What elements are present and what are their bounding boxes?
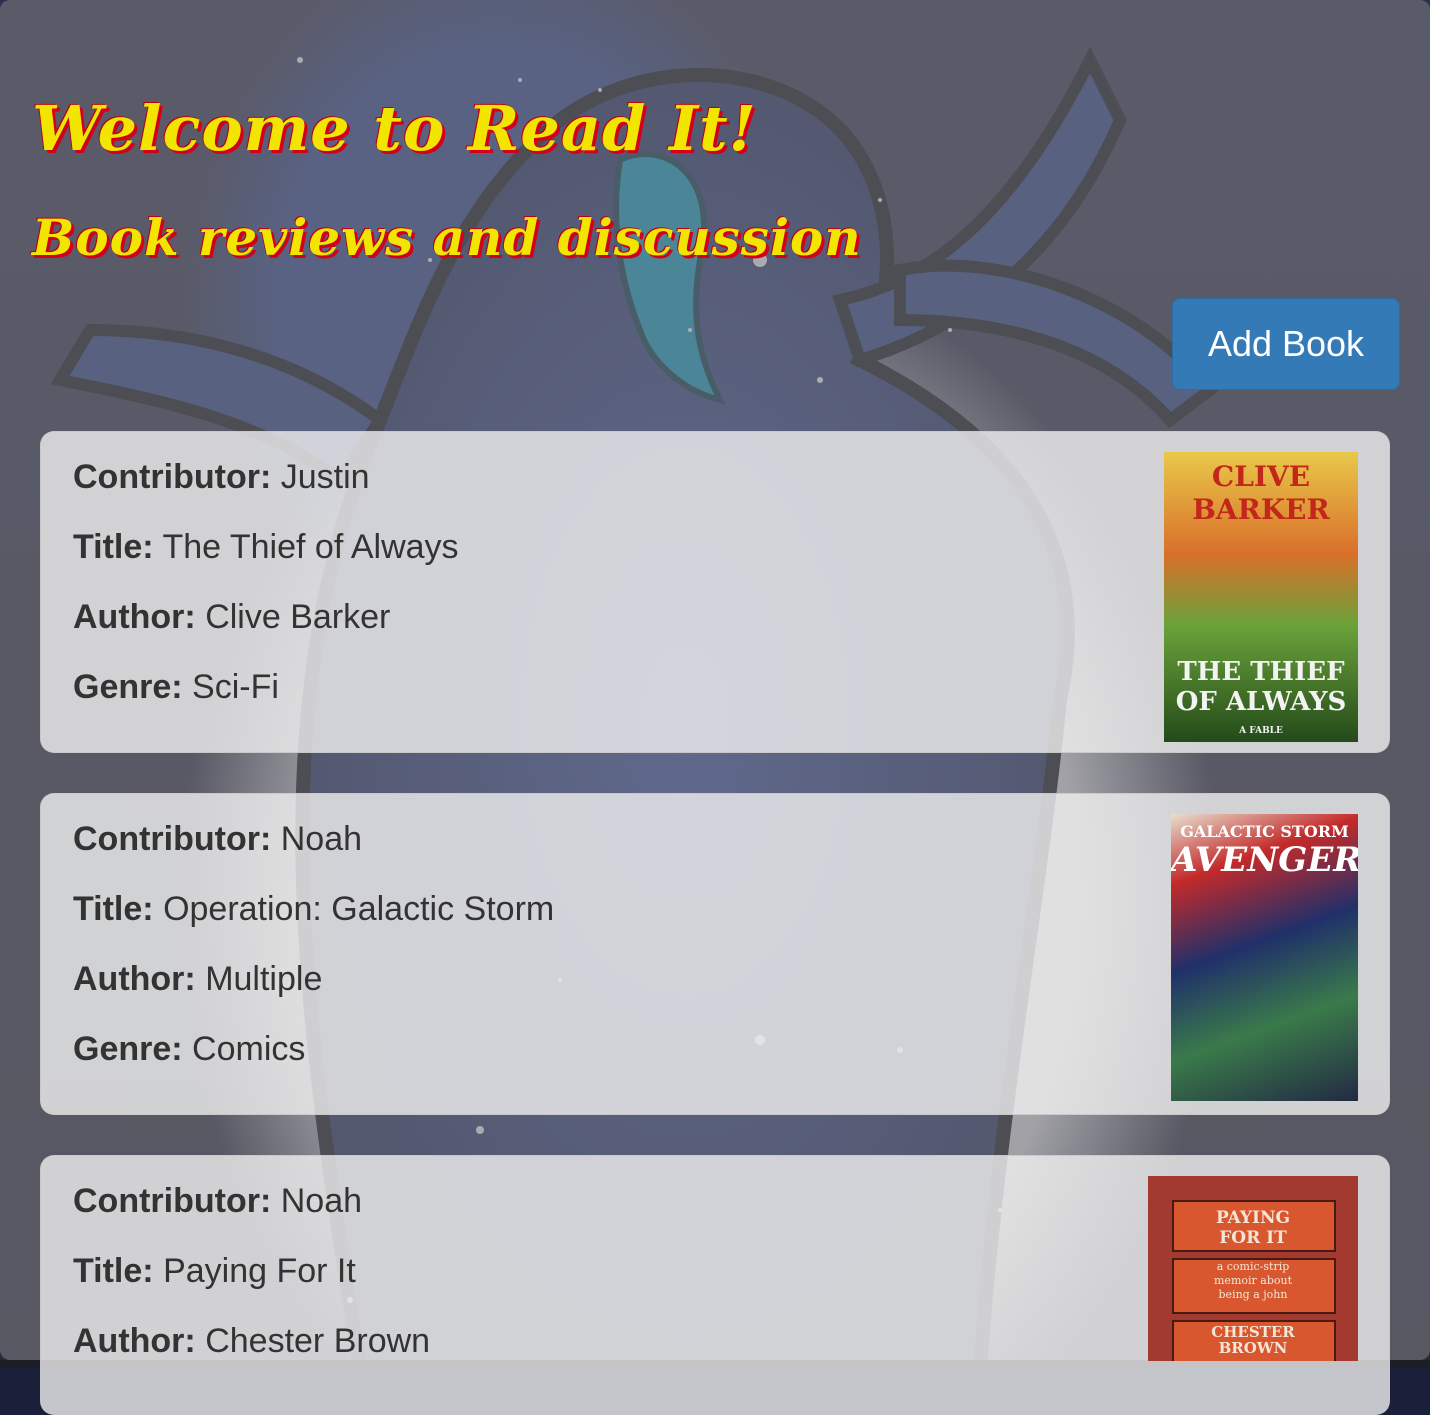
cover-title-text: AVENGERS (1171, 840, 1358, 880)
author-row: Author: Chester Brown (73, 1322, 430, 1361)
book-cover-image[interactable]: GALACTIC STORM AVENGERS (1171, 814, 1358, 1101)
author-label: Author: (73, 598, 196, 636)
cover-tagline-text: a comic-strip memoir about being a john (1214, 1260, 1292, 1301)
genre-label: Genre: (73, 1030, 183, 1068)
author-label: Author: (73, 960, 196, 998)
contributor-label: Contributor: (73, 458, 272, 496)
contributor-label: Contributor: (73, 820, 272, 858)
page-title: Welcome to Read It! (32, 92, 757, 165)
title-label: Title: (73, 1252, 154, 1290)
add-book-button[interactable]: Add Book (1172, 298, 1400, 390)
genre-value: Sci-Fi (192, 668, 279, 706)
title-row: Title: Operation: Galactic Storm (73, 890, 554, 929)
contributor-value: Noah (280, 1182, 363, 1220)
contributor-label: Contributor: (73, 1182, 272, 1220)
title-label: Title: (73, 890, 154, 928)
book-card[interactable]: Contributor: Noah Title: Paying For It A… (40, 1155, 1390, 1415)
author-value: Clive Barker (205, 598, 391, 636)
contributor-row: Contributor: Noah (73, 820, 362, 859)
book-cover-image[interactable]: CLIVE BARKER THE THIEF OF ALWAYS A FABLE (1164, 452, 1358, 742)
contributor-row: Contributor: Noah (73, 1182, 362, 1221)
book-cover-image[interactable]: PAYING FOR IT a comic-strip memoir about… (1148, 1176, 1358, 1361)
title-value: The Thief of Always (162, 528, 459, 566)
cover-author-text: CLIVE BARKER (1192, 460, 1330, 526)
genre-value: Comics (192, 1030, 306, 1068)
genre-row: Genre: Comics (73, 1030, 305, 1069)
book-card[interactable]: Contributor: Justin Title: The Thief of … (40, 431, 1390, 753)
author-value: Chester Brown (205, 1322, 431, 1360)
page-subtitle: Book reviews and discussion (32, 208, 862, 267)
cover-series-text: GALACTIC STORM (1180, 822, 1349, 841)
genre-row: Genre: Sci-Fi (73, 668, 279, 707)
cover-title-text: PAYING FOR IT (1215, 1208, 1291, 1248)
book-card[interactable]: Contributor: Noah Title: Operation: Gala… (40, 793, 1390, 1115)
genre-label: Genre: (73, 668, 183, 706)
title-label: Title: (73, 528, 154, 566)
author-row: Author: Clive Barker (73, 598, 390, 637)
author-row: Author: Multiple (73, 960, 322, 999)
title-row: Title: The Thief of Always (73, 528, 459, 567)
cover-author-text: CHESTER BROWN (1211, 1323, 1295, 1357)
title-value: Operation: Galactic Storm (163, 890, 555, 928)
contributor-row: Contributor: Justin (73, 458, 370, 497)
contributor-value: Noah (280, 820, 363, 858)
contributor-value: Justin (280, 458, 370, 496)
title-value: Paying For It (163, 1252, 356, 1290)
cover-subtitle-text: A FABLE (1239, 726, 1283, 736)
title-row: Title: Paying For It (73, 1252, 356, 1291)
cover-title-text: THE THIEF OF ALWAYS (1175, 657, 1347, 717)
author-label: Author: (73, 1322, 196, 1360)
author-value: Multiple (205, 960, 323, 998)
